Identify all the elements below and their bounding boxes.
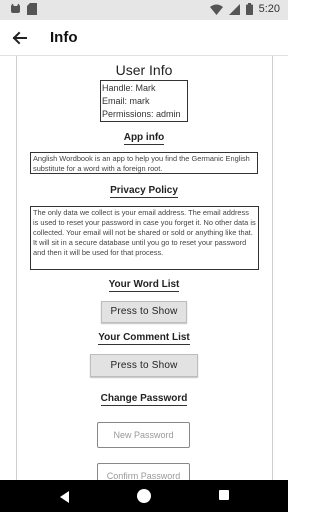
recents-square-icon[interactable] [219, 490, 229, 500]
word-list-title: Your Word List [108, 279, 180, 292]
user-email: Email: mark [102, 96, 150, 106]
info-scroll-content[interactable]: User Info Handle: Mark Email: mark Permi… [0, 56, 288, 480]
arrow-left-icon [12, 31, 27, 45]
system-nav-bar [0, 480, 288, 512]
change-password-title: Change Password [100, 393, 188, 406]
user-permissions: Permissions: admin [102, 109, 181, 119]
show-word-list-button[interactable]: Press to Show [101, 301, 187, 323]
show-comment-list-button[interactable]: Press to Show [90, 354, 198, 377]
comment-list-title: Your Comment List [98, 332, 190, 345]
user-info-title: User Info [115, 62, 173, 78]
nav-back-button[interactable] [60, 490, 70, 508]
page-title: Info [50, 29, 78, 46]
confirm-password-input[interactable] [97, 463, 190, 480]
app-info-title: App info [123, 132, 165, 145]
wifi-icon [209, 4, 223, 15]
user-handle: Handle: Mark [102, 83, 156, 93]
status-right-icons: 5:20 [209, 3, 280, 15]
privacy-policy-text: The only data we collect is your email a… [30, 206, 259, 270]
user-info-box: Handle: Mark Email: mark Permissions: ad… [100, 80, 188, 122]
app-bar: Info [0, 20, 288, 56]
status-time: 5:20 [258, 3, 280, 15]
app-info-text: Anglish Wordbook is an app to help you f… [30, 152, 258, 174]
privacy-policy-title: Privacy Policy [110, 185, 178, 198]
signal-icon [228, 3, 240, 15]
status-bar: 5:20 [0, 0, 288, 20]
new-password-input[interactable] [97, 422, 190, 448]
back-triangle-icon [60, 491, 69, 503]
home-circle-icon[interactable] [137, 489, 151, 503]
sd-card-icon [27, 3, 37, 15]
back-button[interactable] [10, 28, 30, 48]
battery-icon [245, 3, 253, 15]
status-left-icons [10, 3, 37, 15]
cat-icon [11, 3, 20, 13]
